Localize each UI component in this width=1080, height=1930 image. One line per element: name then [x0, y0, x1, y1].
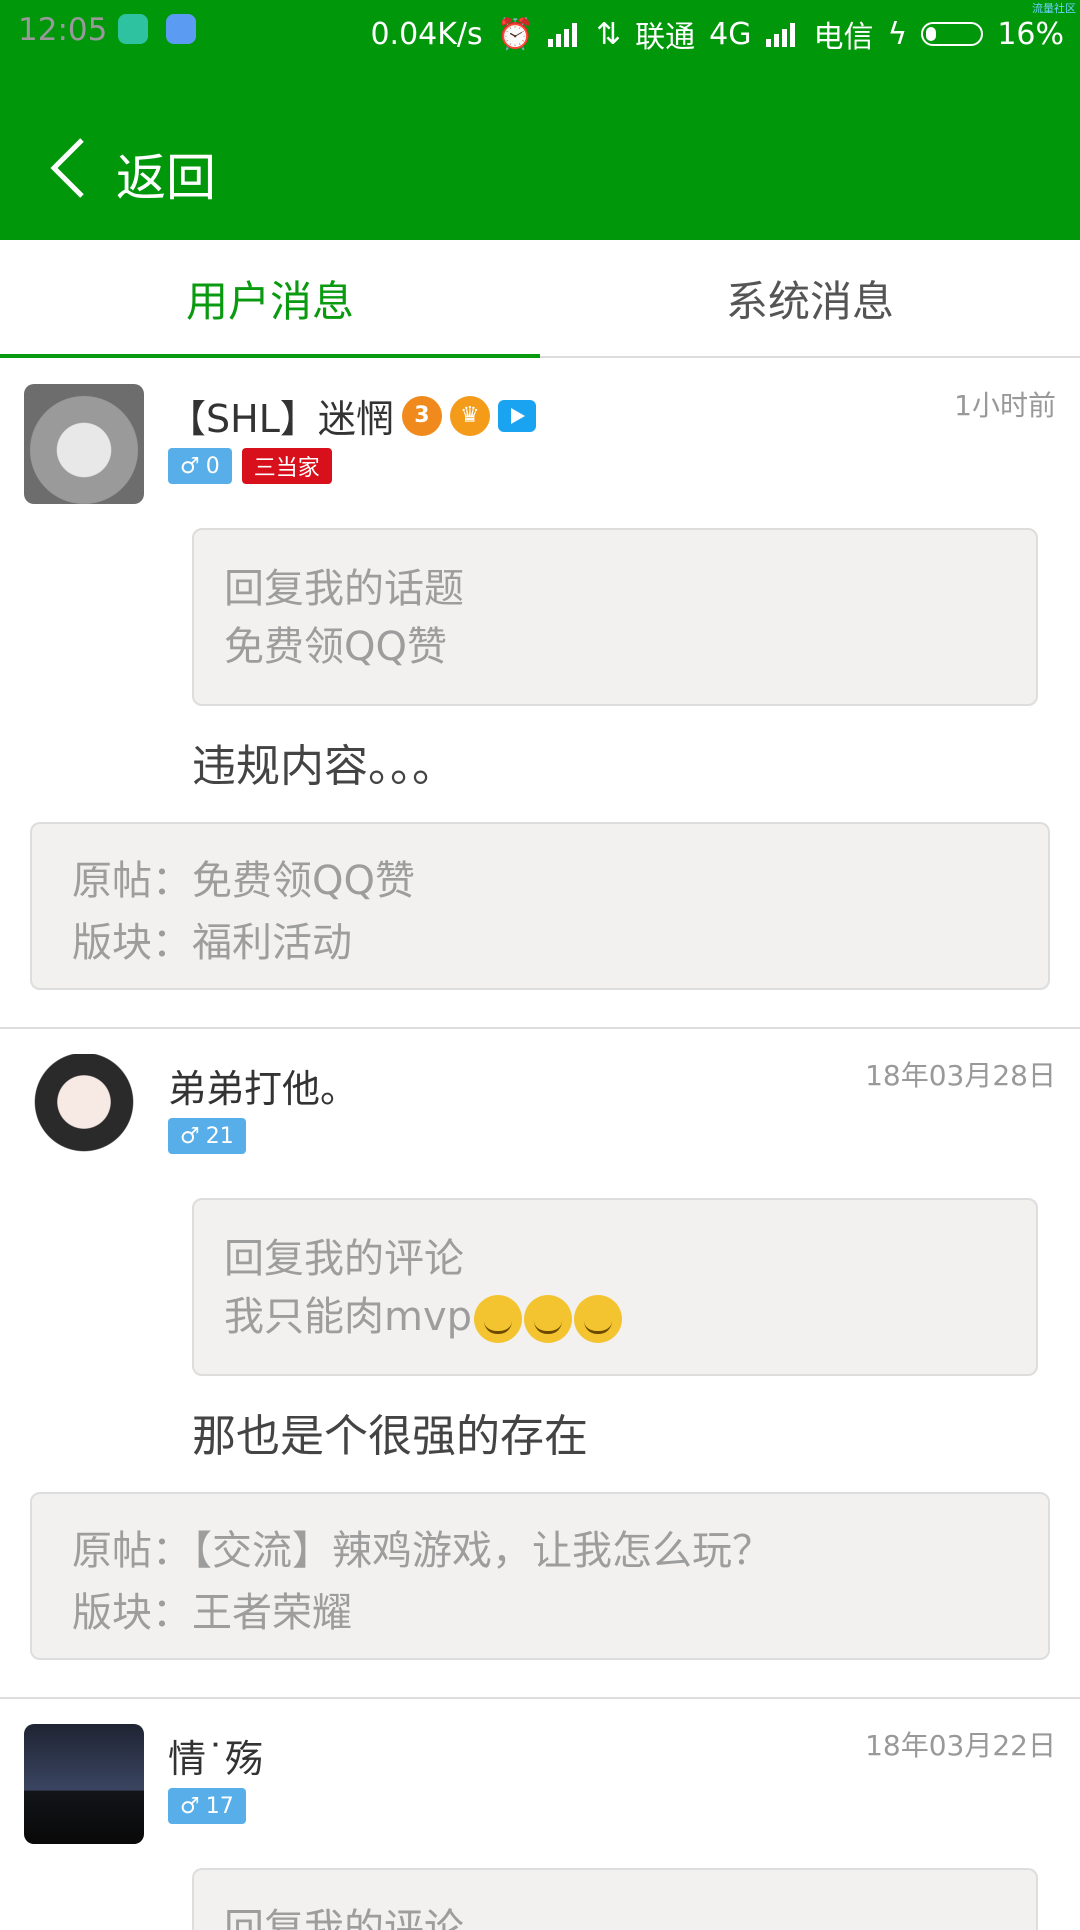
data-arrows-icon: ⇅	[596, 16, 622, 52]
alarm-icon: ⏰	[496, 16, 535, 52]
points-value: 21	[205, 1123, 234, 1149]
battery-icon	[921, 22, 984, 46]
sender-name[interactable]: 【SHL】迷惘	[168, 388, 394, 443]
sender-name-row: 【SHL】迷惘 3 ♛	[168, 388, 536, 443]
video-badge-icon	[497, 399, 536, 432]
message-time: 18年03月22日	[865, 1729, 1056, 1762]
quoted-content[interactable]: 回复我的评论 我只能肉mvp	[192, 1198, 1038, 1376]
back-arrow-icon[interactable]	[44, 132, 116, 204]
user-badges: ♂ 0 三当家	[168, 448, 332, 484]
avatar[interactable]	[24, 1724, 144, 1844]
quote-text: 免费领QQ赞	[224, 624, 447, 670]
shield-icon	[118, 14, 148, 44]
message-item[interactable]: 【SHL】迷惘 3 ♛ ♂ 0 三当家 1小时前 回复我的话题 免费领QQ赞 违…	[0, 360, 1080, 1028]
tab-user-messages[interactable]: 用户消息	[0, 240, 540, 356]
back-button-label[interactable]: 返回	[116, 138, 216, 210]
status-bar: 12:05 0.04K/s ⏰ ⇅ 联通 4G 电信 ϟ 16% 流量社区	[0, 0, 1080, 62]
quoted-content[interactable]: 回复我的评论	[192, 1868, 1038, 1930]
origin-post-box[interactable]: 原帖：【交流】辣鸡游戏，让我怎么玩？ 版块：王者荣耀	[30, 1492, 1050, 1660]
quote-text: 我只能肉mvp	[224, 1294, 473, 1340]
message-time: 18年03月28日	[865, 1059, 1056, 1092]
divider	[0, 1027, 1080, 1029]
reply-text: 违规内容。。。	[192, 741, 456, 792]
quote-type: 回复我的评论	[224, 1236, 464, 1282]
user-badges: ♂ 21	[168, 1118, 246, 1154]
origin-post-title: 原帖：免费领QQ赞	[72, 858, 415, 904]
avatar[interactable]	[24, 1054, 144, 1174]
quoted-content[interactable]: 回复我的话题 免费领QQ赞	[192, 528, 1038, 706]
gender-points-badge: ♂ 21	[168, 1118, 246, 1154]
app-header: 12:05 0.04K/s ⏰ ⇅ 联通 4G 电信 ϟ 16% 流量社区 返回	[0, 0, 1080, 240]
user-badges: ♂ 17	[168, 1788, 246, 1824]
network-type: 4G	[709, 16, 752, 52]
net-speed: 0.04K/s	[370, 16, 483, 52]
message-time: 1小时前	[954, 389, 1056, 422]
message-item[interactable]: 情˙殇 ♂ 17 18年03月22日 回复我的评论	[0, 1700, 1080, 1930]
carrier-1: 联通	[635, 20, 696, 55]
gender-points-badge: ♂ 17	[168, 1788, 246, 1824]
signal-icon	[548, 21, 582, 47]
quote-type: 回复我的话题	[224, 566, 464, 612]
origin-post-box[interactable]: 原帖：免费领QQ赞 版块：福利活动	[30, 822, 1050, 990]
sender-name-row: 情˙殇	[168, 1728, 263, 1783]
corner-watermark: 流量社区	[1032, 2, 1076, 15]
male-icon: ♂	[180, 1793, 200, 1819]
tab-selected-indicator	[0, 354, 540, 358]
level-medal-icon: 3	[401, 395, 442, 436]
grin-emoji-icon	[574, 1295, 623, 1343]
sender-name-row: 弟弟打他。	[168, 1058, 358, 1113]
grin-emoji-icon	[524, 1295, 573, 1343]
signal-icon-2	[765, 21, 800, 47]
origin-post-title: 原帖：【交流】辣鸡游戏，让我怎么玩？	[72, 1528, 772, 1574]
message-tabs: 用户消息 系统消息	[0, 240, 1080, 358]
qq-icon	[166, 14, 196, 44]
male-icon: ♂	[180, 1123, 200, 1149]
male-icon: ♂	[180, 453, 200, 479]
sender-name[interactable]: 弟弟打他。	[168, 1058, 358, 1113]
reply-text: 那也是个很强的存在	[192, 1411, 588, 1462]
carrier-2: 电信	[813, 20, 874, 55]
status-right: 0.04K/s ⏰ ⇅ 联通 4G 电信 ϟ 16%	[370, 12, 1064, 56]
grin-emoji-icon	[474, 1295, 523, 1343]
gender-points-badge: ♂ 0	[168, 448, 232, 484]
sender-name[interactable]: 情˙殇	[168, 1728, 263, 1783]
message-item[interactable]: 弟弟打他。 ♂ 21 18年03月28日 回复我的评论 我只能肉mvp 那也是个…	[0, 1030, 1080, 1698]
tab-system-messages[interactable]: 系统消息	[540, 240, 1080, 356]
quote-type: 回复我的评论	[224, 1906, 464, 1930]
origin-board: 版块：王者荣耀	[72, 1590, 352, 1636]
rank-badge: 三当家	[241, 448, 332, 484]
points-value: 0	[205, 453, 220, 479]
avatar[interactable]	[24, 384, 144, 504]
crown-medal-icon: ♛	[449, 395, 490, 436]
battery-percent: 16%	[997, 16, 1064, 52]
quote-text-row: 我只能肉mvp	[224, 1288, 1006, 1346]
points-value: 17	[205, 1793, 234, 1819]
divider	[0, 1697, 1080, 1699]
origin-board: 版块：福利活动	[72, 920, 352, 966]
charging-icon: ϟ	[887, 16, 908, 52]
